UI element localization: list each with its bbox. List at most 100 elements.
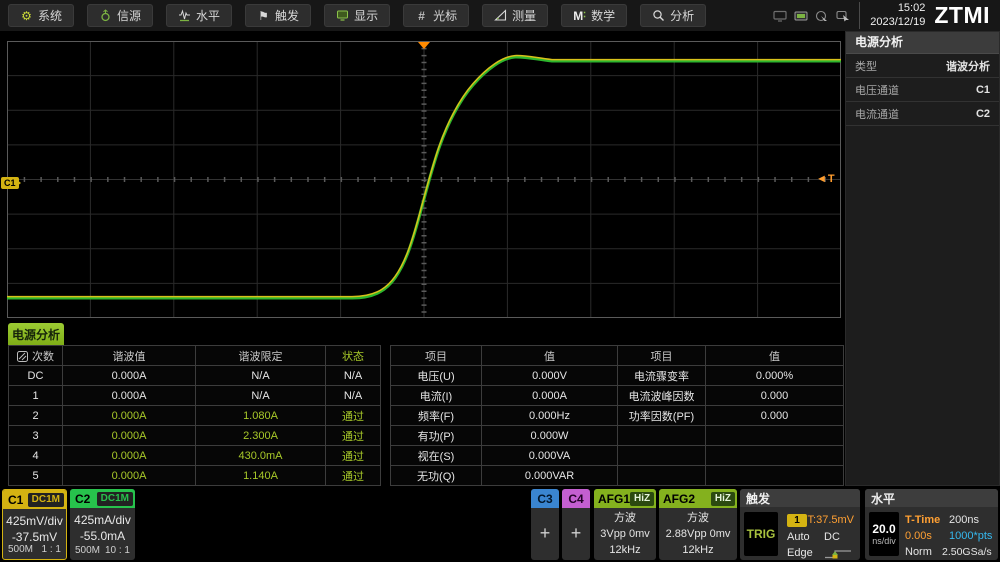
afg2-block[interactable]: AFG2 HiZ 方波 2.88Vpp 0mv 12kHz xyxy=(659,489,737,560)
measure-ruler-icon xyxy=(494,9,507,22)
measurements-header-row: 项目 值 项目 值 xyxy=(391,346,844,366)
horizontal-wave-icon xyxy=(178,9,191,22)
mouse-icon[interactable] xyxy=(815,10,829,22)
channel-c1-block[interactable]: C1 DC1M 425mV/div -37.5mV 500M 1 : 1 xyxy=(2,489,67,560)
ttime-value: 200ns xyxy=(949,514,979,526)
top-toolbar: ⚙ 系统 信源 水平 ⚑ 触发 显示 # 光标 测量 M∶ 数学 xyxy=(0,0,1000,31)
afg1-impedance-badge[interactable]: HiZ xyxy=(630,492,654,506)
c2-coupling-badge[interactable]: DC1M xyxy=(97,492,133,506)
afg2-impedance-badge[interactable]: HiZ xyxy=(711,492,735,506)
toolbar-button-display[interactable]: 显示 xyxy=(324,4,390,27)
trigger-level-marker[interactable]: ◄T xyxy=(816,173,836,185)
harmonics-row-1: 10.000AN/AN/A xyxy=(9,386,381,406)
c1-level-marker[interactable]: C1 xyxy=(1,177,19,189)
toolbar-button-label: 光标 xyxy=(433,7,457,24)
afg1-block[interactable]: AFG1 HiZ 方波 3Vpp 0mv 12kHz xyxy=(594,489,656,560)
datetime: 15:02 2023/12/19 xyxy=(859,2,934,28)
header-item: 项目 xyxy=(391,346,482,366)
measure-row-active-power: 有功(P)0.000W xyxy=(391,426,844,446)
trigger-coupling[interactable]: DC xyxy=(824,531,840,543)
toolbar-button-horizontal[interactable]: 水平 xyxy=(166,4,232,27)
c3-add-button[interactable]: + xyxy=(531,508,559,558)
toolbar-button-trigger[interactable]: ⚑ 触发 xyxy=(245,4,311,27)
trigger-position-marker[interactable] xyxy=(418,42,430,49)
toolbar-button-label: 触发 xyxy=(275,7,299,24)
usb-icon[interactable] xyxy=(794,10,808,22)
timebase-unit: ns/div xyxy=(872,536,896,546)
channel-c4-name: C4 xyxy=(562,489,590,508)
channel-c3-block[interactable]: C3 + xyxy=(531,489,559,560)
afg2-waveform: 方波 xyxy=(659,510,737,526)
toolbar-button-label: 数学 xyxy=(591,7,615,24)
edge-slope-icon[interactable] xyxy=(824,548,852,560)
harmonics-row-4: 40.000A430.0mA通过 xyxy=(9,446,381,466)
toolbar-button-measure[interactable]: 测量 xyxy=(482,4,548,27)
power-analysis-panel: 电源分析 类型 谐波分析 电压通道 C1 电流通道 C2 xyxy=(845,31,1000,486)
c1-offset: -37.5mV xyxy=(3,529,66,545)
toolbar-button-system[interactable]: ⚙ 系统 xyxy=(8,4,74,27)
horizontal-delay[interactable]: 0.00s xyxy=(905,530,932,542)
harmonics-row-3: 30.000A2.300A通过 xyxy=(9,426,381,446)
trigger-type[interactable]: Edge xyxy=(787,547,813,559)
power-analysis-tab[interactable]: 电源分析 xyxy=(8,323,64,345)
measure-row-reactive-power: 无功(Q)0.000VAR xyxy=(391,466,844,486)
waveform-display xyxy=(7,41,841,318)
toolbar-button-label: 信源 xyxy=(117,7,141,24)
afg1-name: AFG1 xyxy=(598,492,630,506)
header-value: 值 xyxy=(482,346,618,366)
trigger-mode[interactable]: Auto xyxy=(787,531,810,543)
trigger-title: 触发 xyxy=(740,489,860,507)
ztmi-logo: ZTMI xyxy=(934,2,990,29)
panel-row-type[interactable]: 类型 谐波分析 xyxy=(846,54,999,78)
row-value: C1 xyxy=(976,84,990,96)
c2-bandwidth: 500M xyxy=(75,545,100,556)
c1-scale: 425mV/div xyxy=(3,513,66,529)
page-flip-icon[interactable] xyxy=(17,351,28,362)
analyze-magnifier-icon xyxy=(652,9,665,22)
row-value: C2 xyxy=(976,108,990,120)
harmonics-row-5: 50.000A1.140A通过 xyxy=(9,466,381,486)
c2-probe-ratio: 10 : 1 xyxy=(105,545,130,556)
gear-icon: ⚙ xyxy=(20,9,33,22)
clock-time: 15:02 xyxy=(870,2,925,15)
c1-coupling-badge[interactable]: DC1M xyxy=(28,493,64,507)
toolbar-button-label: 系统 xyxy=(38,7,62,24)
timebase-box[interactable]: 20.0 ns/div xyxy=(869,512,899,556)
sample-rate: 2.50GSa/s xyxy=(942,546,992,558)
ttime-label: T-Time xyxy=(905,514,940,526)
header-harmonic-limit: 谐波限定 xyxy=(196,346,326,366)
horizontal-block[interactable]: 水平 20.0 ns/div T-Time 200ns 0.00s 1000*p… xyxy=(865,489,998,560)
measure-row-frequency: 频率(F)0.000Hz功率因数(PF)0.000 xyxy=(391,406,844,426)
display-monitor-icon xyxy=(336,9,349,22)
toolbar-button-analyze[interactable]: 分析 xyxy=(640,4,706,27)
record-points: 1000*pts xyxy=(949,530,992,542)
afg1-amplitude-offset: 3Vpp 0mv xyxy=(594,526,656,542)
toolbar-button-source[interactable]: 信源 xyxy=(87,4,153,27)
status-icons xyxy=(773,10,850,22)
trigger-flag-icon: ⚑ xyxy=(257,9,270,22)
toolbar-button-label: 测量 xyxy=(512,7,536,24)
header-order: 次数 xyxy=(9,346,63,366)
afg2-name: AFG2 xyxy=(663,492,695,506)
harmonics-header-row: 次数 谐波值 谐波限定 状态 xyxy=(9,346,381,366)
panel-row-voltage-channel[interactable]: 电压通道 C1 xyxy=(846,78,999,102)
touch-icon[interactable] xyxy=(836,10,850,22)
channel-c4-block[interactable]: C4 + xyxy=(562,489,590,560)
monitor-icon[interactable] xyxy=(773,10,787,22)
toolbar-status-area: 15:02 2023/12/19 ZTMI xyxy=(773,2,992,29)
panel-row-current-channel[interactable]: 电流通道 C2 xyxy=(846,102,999,126)
trigger-block[interactable]: 触发 TRIG 1 T:37.5mV Auto DC Edge xyxy=(740,489,860,560)
toolbar-button-label: 分析 xyxy=(670,7,694,24)
measure-row-apparent-power: 视在(S)0.000VA xyxy=(391,446,844,466)
toolbar-button-cursor[interactable]: # 光标 xyxy=(403,4,469,27)
c1-bandwidth: 500M xyxy=(8,544,33,555)
channel-c2-block[interactable]: C2 DC1M 425mA/div -55.0mA 500M 10 : 1 xyxy=(70,489,135,560)
header-status: 状态 xyxy=(326,346,381,366)
channel-c3-name: C3 xyxy=(531,489,559,508)
acquire-mode[interactable]: Norm xyxy=(905,546,932,558)
c4-add-button[interactable]: + xyxy=(562,508,590,558)
row-label: 电流通道 xyxy=(855,106,899,122)
toolbar-button-math[interactable]: M∶ 数学 xyxy=(561,4,627,27)
trigger-level-value[interactable]: T:37.5mV xyxy=(808,514,854,526)
trigger-source-badge[interactable]: 1 xyxy=(787,514,807,527)
